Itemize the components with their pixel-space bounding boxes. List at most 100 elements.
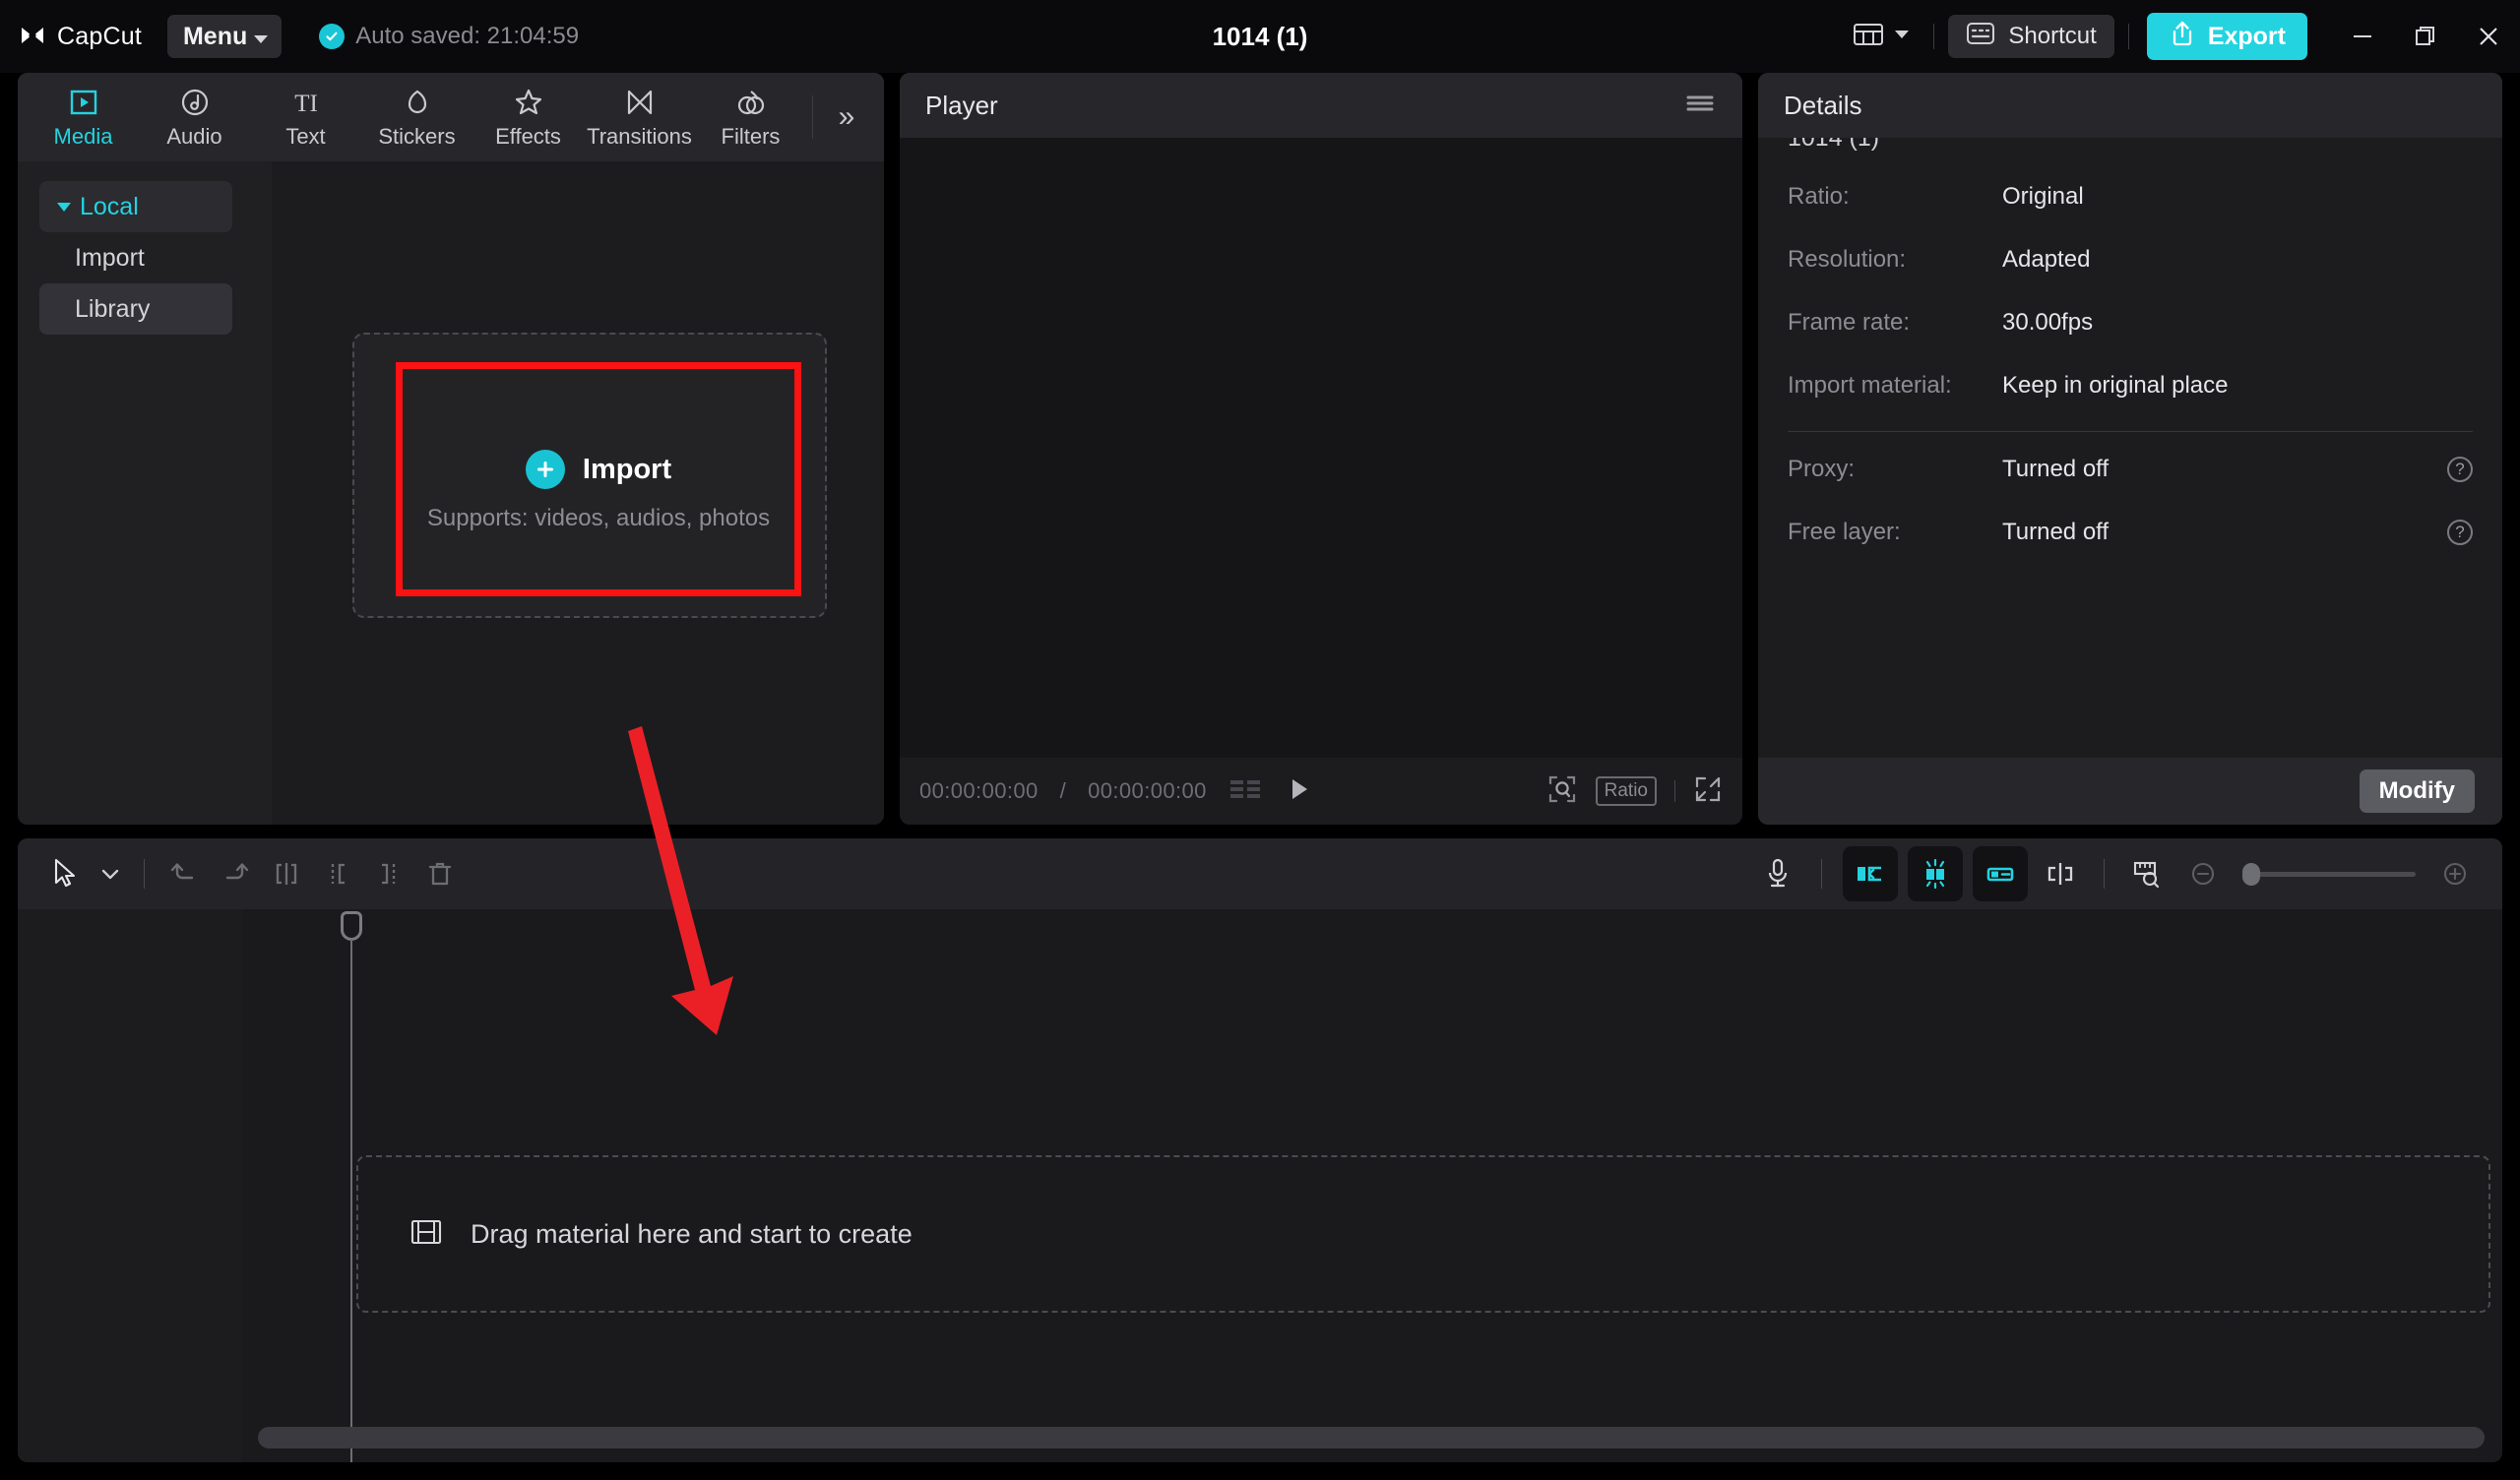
- autosave-label: Auto saved: 21:04:59: [355, 23, 580, 49]
- details-label-resolution: Resolution:: [1788, 246, 1907, 273]
- export-button[interactable]: Export: [2146, 13, 2307, 60]
- timeline-ruler[interactable]: [242, 909, 2502, 933]
- import-highlight-box[interactable]: Import Supports: videos, audios, photos: [396, 362, 801, 596]
- timeline-track-gutter: [18, 909, 242, 1462]
- adjust-clip-icon[interactable]: [2035, 848, 2086, 899]
- redo-icon[interactable]: [210, 848, 261, 899]
- player-menu-icon[interactable]: [1683, 91, 1717, 121]
- divider: [1788, 431, 2473, 432]
- more-tabs-button[interactable]: »: [819, 73, 874, 161]
- sidebar-item-local[interactable]: Local: [39, 181, 232, 232]
- shortcut-button-label: Shortcut: [2008, 23, 2097, 49]
- details-row-ratio: Ratio: Original: [1788, 165, 2473, 228]
- player-title: Player: [925, 90, 998, 120]
- zoom-slider[interactable]: [2242, 862, 2416, 886]
- layout-switch-button[interactable]: [1843, 21, 1920, 53]
- divider: [1674, 780, 1675, 802]
- import-button-label: Import: [582, 453, 672, 485]
- tab-stickers-label: Stickers: [378, 124, 456, 149]
- title-bar: CapCut Menu Auto saved: 21:04:59 Shortcu…: [0, 0, 2520, 73]
- tab-text-label: Text: [285, 124, 326, 149]
- details-row-proxy: Proxy: Turned off ?: [1788, 438, 2473, 501]
- import-action-row: Import: [403, 450, 794, 489]
- close-button[interactable]: [2457, 0, 2520, 73]
- titlebar-right-controls: Shortcut Export: [1843, 0, 2520, 73]
- tab-transitions[interactable]: Transitions: [584, 73, 695, 161]
- help-icon[interactable]: ?: [2447, 520, 2473, 545]
- help-icon[interactable]: ?: [2447, 457, 2473, 482]
- tab-transitions-label: Transitions: [587, 124, 692, 149]
- menu-button[interactable]: Menu: [166, 15, 283, 58]
- export-upload-icon: [2169, 20, 2196, 54]
- minimize-button[interactable]: [2331, 0, 2394, 73]
- playhead-handle[interactable]: [341, 911, 362, 941]
- details-label-import-material: Import material:: [1788, 372, 1952, 399]
- keyboard-icon: [1966, 20, 1995, 54]
- tab-audio[interactable]: Audio: [139, 73, 250, 161]
- media-body: Local Import Library Import Supports: vi…: [18, 161, 884, 825]
- tab-filters-label: Filters: [721, 124, 781, 149]
- text-icon: TI: [288, 85, 324, 118]
- autosave-status: Auto saved: 21:04:59: [319, 23, 579, 50]
- tab-filters[interactable]: Filters: [695, 73, 806, 161]
- timeline-dropzone-label: Drag material here and start to create: [471, 1218, 913, 1249]
- delete-right-icon[interactable]: [363, 848, 414, 899]
- current-time: 00:00:00:00: [919, 778, 1039, 803]
- zoom-preview-icon[interactable]: [1546, 773, 1578, 810]
- divider: [1821, 859, 1822, 889]
- stickers-icon: [402, 85, 433, 118]
- magnetic-snap-button[interactable]: [1908, 846, 1963, 901]
- sidebar-item-library-label: Library: [75, 294, 151, 323]
- fullscreen-icon[interactable]: [1693, 774, 1723, 809]
- timeline-dropzone[interactable]: Drag material here and start to create: [356, 1155, 2490, 1313]
- player-header: Player: [900, 73, 1742, 138]
- transitions-icon: [624, 85, 656, 118]
- details-body: 1014 (1) Ratio: Original Resolution: Ada…: [1758, 138, 2502, 758]
- undo-icon[interactable]: [158, 848, 210, 899]
- tab-effects-label: Effects: [495, 124, 561, 149]
- auto-snap-left-button[interactable]: [1843, 846, 1898, 901]
- shortcut-button[interactable]: Shortcut: [1948, 15, 2114, 58]
- modify-button[interactable]: Modify: [2359, 770, 2475, 813]
- import-supports-label: Supports: videos, audios, photos: [426, 505, 771, 531]
- player-stage[interactable]: [900, 138, 1742, 758]
- tab-stickers[interactable]: Stickers: [361, 73, 472, 161]
- frames-icon[interactable]: [1228, 776, 1262, 807]
- zoom-in-button[interactable]: [2429, 848, 2481, 899]
- divider: [2104, 859, 2105, 889]
- ratio-button[interactable]: Ratio: [1595, 776, 1657, 806]
- media-icon: [68, 85, 99, 118]
- link-clips-button[interactable]: [1973, 846, 2028, 901]
- trash-icon[interactable]: [414, 848, 466, 899]
- maximize-restore-button[interactable]: [2394, 0, 2457, 73]
- select-tool-icon[interactable]: [39, 848, 91, 899]
- sidebar-item-local-label: Local: [80, 192, 139, 220]
- total-time: 00:00:00:00: [1088, 778, 1207, 803]
- delete-left-icon[interactable]: [312, 848, 363, 899]
- microphone-icon[interactable]: [1752, 848, 1803, 899]
- playhead-line: [350, 939, 352, 1462]
- timeline-panel: Drag material here and start to create: [18, 838, 2502, 1462]
- panels-row: Media Audio TI Text Stickers Effects Tra…: [0, 73, 2520, 825]
- details-value-free-layer: Turned off: [2002, 519, 2110, 545]
- timeline-ruler-zoom-icon[interactable]: [2122, 848, 2174, 899]
- timeline-area[interactable]: Drag material here and start to create: [18, 909, 2502, 1462]
- divider: [144, 859, 145, 889]
- tab-text[interactable]: TI Text: [250, 73, 361, 161]
- sidebar-item-import[interactable]: Import: [39, 232, 232, 283]
- player-controls: 00:00:00:00 / 00:00:00:00 Ratio: [900, 758, 1742, 825]
- time-separator: /: [1059, 778, 1067, 803]
- split-icon[interactable]: [261, 848, 312, 899]
- timeline-toolbar-right: [1752, 846, 2481, 901]
- timeline-horizontal-scrollbar[interactable]: [258, 1427, 2485, 1449]
- zoom-slider-handle[interactable]: [2242, 862, 2260, 886]
- tab-effects[interactable]: Effects: [472, 73, 584, 161]
- import-dropzone[interactable]: Import Supports: videos, audios, photos: [352, 333, 827, 618]
- sidebar-item-library[interactable]: Library: [39, 283, 232, 335]
- play-button[interactable]: [1284, 774, 1313, 809]
- details-panel: Details 1014 (1) Ratio: Original Resolut…: [1758, 73, 2502, 825]
- tool-dropdown-icon[interactable]: [91, 848, 130, 899]
- tab-media[interactable]: Media: [28, 73, 139, 161]
- zoom-out-button[interactable]: [2177, 848, 2229, 899]
- window-controls: [2331, 0, 2520, 73]
